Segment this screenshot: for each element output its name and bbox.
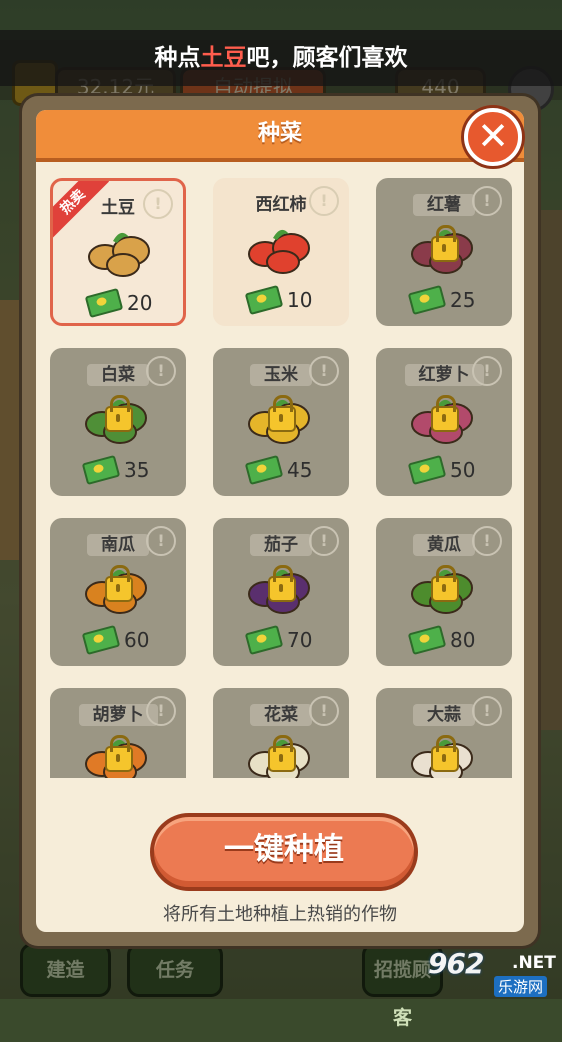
lock-icon bbox=[431, 735, 459, 772]
crop-price: 60 bbox=[81, 624, 150, 656]
crop-name-label: 茄子 bbox=[250, 534, 312, 556]
plant-description: 将所有土地种植上热销的作物 bbox=[163, 904, 397, 925]
lock-icon bbox=[268, 735, 296, 772]
info-icon[interactable]: ! bbox=[472, 356, 502, 386]
crop-card[interactable]: 红萝卜! 50 bbox=[376, 348, 512, 496]
lock-icon bbox=[105, 565, 133, 602]
info-icon[interactable]: ! bbox=[309, 526, 339, 556]
watermark-net: .NET bbox=[512, 953, 556, 973]
info-icon[interactable]: ! bbox=[472, 186, 502, 216]
dialog-title: 种菜 bbox=[36, 110, 524, 162]
crop-illustration-icon bbox=[88, 232, 150, 277]
cash-icon bbox=[407, 284, 447, 316]
lock-icon bbox=[431, 395, 459, 432]
dialog-body: 种菜 ✕ 热卖 土豆! 20 西红柿! 10 红薯! 25 白菜! 35 玉米! 45 红萝卜! 50 南… bbox=[36, 108, 524, 932]
crop-card[interactable]: 茄子! 70 bbox=[213, 518, 349, 666]
crop-card[interactable]: 大蒜! bbox=[376, 688, 512, 778]
crop-price: 50 bbox=[407, 454, 476, 486]
crop-card[interactable]: 热卖 土豆! 20 bbox=[50, 178, 186, 326]
crop-price-value: 20 bbox=[127, 291, 153, 315]
info-icon[interactable]: ! bbox=[309, 696, 339, 726]
lock-icon bbox=[105, 395, 133, 432]
cash-icon bbox=[244, 454, 284, 486]
info-icon[interactable]: ! bbox=[472, 526, 502, 556]
crop-price-value: 80 bbox=[450, 628, 476, 652]
crop-name-label: 花菜 bbox=[250, 704, 312, 726]
crop-price: 20 bbox=[84, 287, 153, 319]
crop-price-value: 25 bbox=[450, 288, 476, 312]
lock-icon bbox=[268, 565, 296, 602]
crop-price: 35 bbox=[81, 454, 150, 486]
crop-name-label: 红薯 bbox=[413, 194, 475, 216]
close-button[interactable]: ✕ bbox=[464, 108, 522, 166]
crop-name-label: 南瓜 bbox=[87, 534, 149, 556]
cash-icon bbox=[244, 624, 284, 656]
cash-icon bbox=[81, 454, 121, 486]
crop-card[interactable]: 西红柿! 10 bbox=[213, 178, 349, 326]
lock-icon bbox=[105, 735, 133, 772]
crop-price-value: 35 bbox=[124, 458, 150, 482]
crop-card[interactable]: 胡萝卜! bbox=[50, 688, 186, 778]
info-icon[interactable]: ! bbox=[472, 696, 502, 726]
info-icon[interactable]: ! bbox=[146, 696, 176, 726]
crop-name-label: 黄瓜 bbox=[413, 534, 475, 556]
crop-price-value: 45 bbox=[287, 458, 313, 482]
cash-icon bbox=[84, 287, 124, 319]
crop-card[interactable]: 黄瓜! 80 bbox=[376, 518, 512, 666]
plant-dialog: 种菜 ✕ 热卖 土豆! 20 西红柿! 10 红薯! 25 白菜! 35 玉米! 45 红萝卜! 50 南… bbox=[22, 96, 538, 946]
crop-card[interactable]: 南瓜! 60 bbox=[50, 518, 186, 666]
crop-name-label: 大蒜 bbox=[413, 704, 475, 726]
crop-price-value: 10 bbox=[287, 288, 313, 312]
hint-banner: 种点土豆吧，顾客们喜欢 bbox=[0, 30, 562, 86]
crop-price: 80 bbox=[407, 624, 476, 656]
lock-icon bbox=[268, 395, 296, 432]
one-click-plant-button[interactable]: 一键种植 bbox=[150, 813, 418, 891]
hint-text-after: 吧，顾客们喜欢 bbox=[246, 45, 408, 71]
crop-price: 45 bbox=[244, 454, 313, 486]
crop-card[interactable]: 玉米! 45 bbox=[213, 348, 349, 496]
crop-card[interactable]: 白菜! 35 bbox=[50, 348, 186, 496]
hint-text-before: 种点 bbox=[154, 45, 201, 71]
crop-price: 10 bbox=[244, 284, 313, 316]
watermark-number: 962 bbox=[428, 947, 484, 980]
lock-icon bbox=[431, 225, 459, 262]
info-icon[interactable]: ! bbox=[309, 356, 339, 386]
info-icon[interactable]: ! bbox=[309, 186, 339, 216]
watermark-site: 乐游网 bbox=[494, 976, 548, 997]
crop-grid: 热卖 土豆! 20 西红柿! 10 红薯! 25 白菜! 35 玉米! 45 红萝卜! 50 南瓜! 60 茄… bbox=[36, 178, 524, 778]
info-icon[interactable]: ! bbox=[143, 189, 173, 219]
info-icon[interactable]: ! bbox=[146, 356, 176, 386]
crop-name-label: 玉米 bbox=[250, 364, 312, 386]
hint-highlight: 土豆 bbox=[200, 45, 247, 71]
crop-price: 25 bbox=[407, 284, 476, 316]
crop-price-value: 50 bbox=[450, 458, 476, 482]
crop-price-value: 70 bbox=[287, 628, 313, 652]
crop-price-value: 60 bbox=[124, 628, 150, 652]
crop-card[interactable]: 花菜! bbox=[213, 688, 349, 778]
cash-icon bbox=[244, 284, 284, 316]
cash-icon bbox=[81, 624, 121, 656]
info-icon[interactable]: ! bbox=[146, 526, 176, 556]
crop-card[interactable]: 红薯! 25 bbox=[376, 178, 512, 326]
crop-price: 70 bbox=[244, 624, 313, 656]
cash-icon bbox=[407, 624, 447, 656]
watermark-logo: 962 .NET 乐游网 bbox=[420, 945, 560, 997]
lock-icon bbox=[431, 565, 459, 602]
crop-name-label: 土豆 bbox=[101, 198, 135, 218]
crop-illustration-icon bbox=[248, 229, 310, 274]
crop-name-label: 白菜 bbox=[87, 364, 149, 386]
cash-icon bbox=[407, 454, 447, 486]
